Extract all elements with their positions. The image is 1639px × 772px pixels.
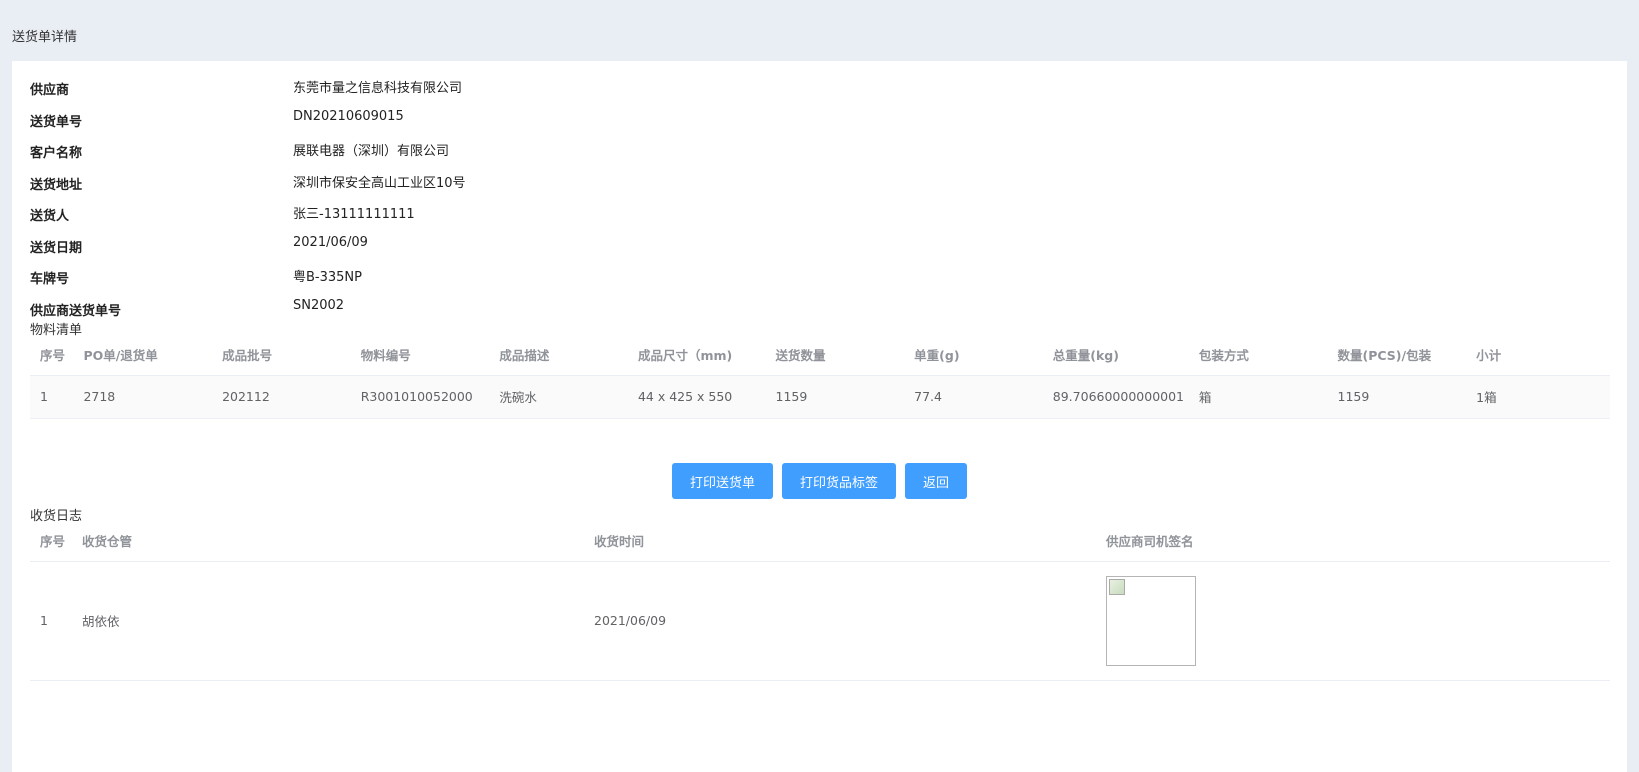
column-header: 收货时间: [584, 520, 1096, 562]
broken-image-icon: [1109, 578, 1125, 595]
column-header: 数量(PCS)/包装: [1327, 334, 1467, 376]
info-value: SN2002: [293, 297, 345, 313]
delivery-info: 供应商 东莞市量之信息科技有限公司 送货单号 DN20210609015 客户名…: [30, 79, 830, 331]
info-value: 2021/06/09: [293, 234, 368, 250]
info-label: 送货人: [30, 209, 70, 224]
table-header-row: 序号 收货仓管 收货时间 供应商司机签名: [30, 520, 1610, 562]
info-value: DN20210609015: [293, 108, 404, 124]
info-label: 车牌号: [30, 272, 70, 287]
page-title: 送货单详情: [12, 30, 78, 45]
table-cell: [1096, 561, 1610, 681]
table-cell: 89.70660000000001: [1042, 375, 1189, 419]
column-header: 总重量(kg): [1042, 334, 1189, 376]
column-header: 包装方式: [1188, 334, 1328, 376]
table-cell: 1: [30, 561, 72, 681]
column-header: 送货数量: [765, 334, 905, 376]
table-cell: 1: [30, 375, 74, 419]
table-header-row: 序号 PO单/退货单 成品批号 物料编号 成品描述 成品尺寸（mm) 送货数量 …: [30, 334, 1610, 376]
info-row-delivery-no: 送货单号 DN20210609015: [30, 108, 830, 143]
table-cell: 胡依依: [72, 561, 584, 681]
info-label: 送货地址: [30, 177, 83, 193]
column-header: 供应商司机签名: [1096, 520, 1610, 562]
table-cell: 44 x 425 x 550: [627, 375, 766, 419]
info-value: 深圳市保安全高山工业区10号: [293, 175, 466, 191]
column-header: 序号: [30, 334, 74, 376]
column-header: 成品描述: [489, 334, 628, 376]
materials-table: 序号 PO单/退货单 成品批号 物料编号 成品描述 成品尺寸（mm) 送货数量 …: [30, 334, 1610, 419]
info-label: 送货日期: [30, 240, 83, 256]
driver-signature-image[interactable]: [1106, 575, 1196, 666]
info-row-address: 送货地址 深圳市保安全高山工业区10号: [30, 174, 830, 206]
column-header: 序号: [30, 520, 72, 562]
back-button[interactable]: 返回: [905, 463, 968, 499]
column-header: 小计: [1466, 334, 1610, 376]
table-cell: 洗碗水: [489, 375, 628, 419]
info-label: 供应商: [30, 83, 70, 98]
column-header: 收货仓管: [72, 520, 584, 562]
info-row-plate: 车牌号 粤B-335NP: [30, 268, 830, 300]
column-header: 成品批号: [212, 334, 351, 376]
receipt-log-table: 序号 收货仓管 收货时间 供应商司机签名 1 胡依依 2021/06/09: [30, 520, 1610, 681]
table-cell: 1159: [765, 375, 905, 419]
info-label: 供应商送货单号: [30, 303, 122, 319]
table-cell: 箱: [1188, 375, 1328, 419]
column-header: PO单/退货单: [73, 334, 213, 376]
info-label: 客户名称: [30, 146, 83, 161]
table-cell: 1159: [1327, 375, 1467, 419]
column-header: 成品尺寸（mm): [627, 334, 766, 376]
info-value: 展联电器（深圳）有限公司: [293, 144, 450, 159]
info-label: 送货单号: [30, 114, 83, 130]
info-row-supplier: 供应商 东莞市量之信息科技有限公司: [30, 79, 830, 111]
info-row-customer: 客户名称 展联电器（深圳）有限公司: [30, 142, 830, 174]
info-row-supplier-delivery-no: 供应商送货单号 SN2002: [30, 297, 830, 332]
info-value: 东莞市量之信息科技有限公司: [293, 81, 463, 96]
info-row-deliverer: 送货人 张三-13111111111: [30, 205, 830, 237]
info-value: 粤B-335NP: [293, 270, 362, 285]
table-cell: 77.4: [904, 375, 1043, 419]
page-header: 送货单详情: [0, 0, 1639, 61]
table-row[interactable]: 1 胡依依 2021/06/09: [30, 561, 1610, 681]
table-cell: 2718: [73, 375, 213, 419]
print-delivery-button[interactable]: 打印送货单: [672, 463, 774, 499]
info-row-date: 送货日期 2021/06/09: [30, 234, 830, 269]
print-label-button[interactable]: 打印货品标签: [782, 463, 897, 499]
table-cell: 1箱: [1466, 375, 1610, 419]
column-header: 单重(g): [904, 334, 1043, 376]
column-header: 物料编号: [350, 334, 490, 376]
action-buttons: 打印送货单 打印货品标签 返回: [672, 463, 968, 499]
table-row[interactable]: 1 2718 202112 R3001010052000 洗碗水 44 x 42…: [30, 375, 1610, 419]
table-cell: R3001010052000: [350, 375, 490, 419]
detail-card: 供应商 东莞市量之信息科技有限公司 送货单号 DN20210609015 客户名…: [12, 61, 1627, 772]
table-cell: 2021/06/09: [584, 561, 1096, 681]
info-value: 张三-13111111111: [293, 207, 415, 222]
table-cell: 202112: [212, 375, 351, 419]
